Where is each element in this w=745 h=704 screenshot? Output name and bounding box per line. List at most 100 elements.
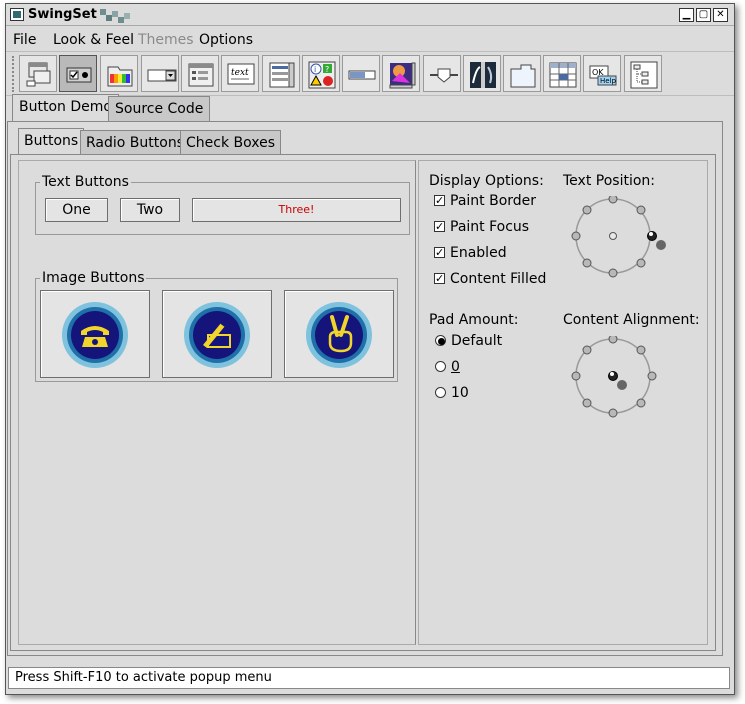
internal-frame-icon	[26, 62, 51, 87]
pad-0-label: 0	[451, 359, 460, 375]
menu-look-and-feel[interactable]: Look & Feel	[53, 32, 134, 48]
position-north-east	[636, 205, 646, 215]
html-text-demo-button[interactable]: text	[221, 55, 259, 92]
pen-writing-icon	[184, 302, 250, 368]
alignment-north-east	[636, 345, 646, 355]
alignment-east	[647, 371, 657, 381]
tabbed-pane-demo-button[interactable]	[503, 55, 541, 92]
pen-image-button[interactable]	[162, 290, 272, 378]
title-pattern-decoration	[100, 9, 130, 23]
tooltip-icon: OKHelp	[589, 65, 617, 86]
menu-options[interactable]: Options	[199, 32, 253, 48]
internal-frame-demo-button[interactable]	[19, 55, 57, 92]
telephone-icon	[62, 302, 128, 368]
list-icon	[269, 62, 295, 88]
pad-10-radio-dot[interactable]	[435, 387, 446, 398]
position-south-east	[636, 258, 646, 268]
pad-default-radio[interactable]: Default	[435, 333, 515, 350]
close-button[interactable]: ✕	[713, 8, 728, 22]
paint-focus-checkbox[interactable]: ✓ Paint Focus	[434, 219, 564, 236]
paint-focus-label: Paint Focus	[450, 219, 530, 235]
content-alignment-selector[interactable]	[568, 336, 668, 420]
pad-0-radio[interactable]: 0	[435, 359, 515, 376]
scroll-pane-demo-button[interactable]	[382, 55, 420, 92]
tree-demo-button[interactable]	[624, 55, 662, 92]
alignment-west	[571, 371, 581, 381]
pad-0-radio-dot[interactable]	[435, 361, 446, 372]
two-button[interactable]: Two	[120, 198, 180, 222]
list-demo-button[interactable]	[262, 55, 300, 92]
menu-themes[interactable]: Themes	[138, 32, 194, 48]
tooltip-demo-button[interactable]: OK Help	[583, 55, 621, 92]
option-pane-icon: i?	[308, 61, 336, 89]
paint-border-check[interactable]: ✓	[434, 195, 445, 206]
tooltip-help-text: Help	[600, 77, 617, 85]
combobox-icon	[147, 69, 177, 82]
alignment-south	[608, 408, 618, 418]
menu-bar: File Look & Feel Themes Options	[6, 28, 734, 52]
button-demo-button[interactable]	[59, 55, 97, 92]
position-shadow	[656, 240, 666, 250]
menu-file[interactable]: File	[13, 32, 36, 48]
split-pane-icon	[470, 62, 496, 88]
split-pane-demo-button[interactable]	[463, 55, 501, 92]
one-button[interactable]: One	[45, 198, 108, 222]
position-north-west	[582, 205, 592, 215]
tab-buttons[interactable]: Buttons	[18, 128, 85, 155]
content-filled-check[interactable]: ✓	[434, 273, 445, 284]
paint-border-label: Paint Border	[450, 193, 537, 209]
tabbed-pane-icon	[510, 64, 536, 88]
svg-text:text: text	[231, 68, 249, 78]
minimize-button[interactable]: ▁	[679, 8, 694, 22]
maximize-button[interactable]: ▢	[696, 8, 711, 22]
slider-icon	[430, 68, 458, 83]
toolbar-grip[interactable]	[12, 56, 16, 92]
position-south-west	[582, 258, 592, 268]
enabled-checkbox[interactable]: ✓ Enabled	[434, 245, 564, 262]
svg-text:i: i	[314, 65, 316, 74]
tab-button-demo[interactable]: Button Demo	[12, 94, 119, 121]
file-chooser-icon	[188, 63, 214, 87]
image-buttons-title: Image Buttons	[40, 270, 147, 286]
status-bar: Press Shift-F10 to activate popup menu	[8, 667, 730, 689]
content-filled-checkbox[interactable]: ✓ Content Filled	[434, 271, 564, 288]
position-center	[609, 232, 617, 240]
html-text-icon: text	[227, 63, 255, 85]
pad-10-radio[interactable]: 10	[435, 385, 515, 402]
slider-demo-button[interactable]	[423, 55, 461, 92]
color-chooser-icon	[107, 66, 133, 87]
pad-default-radio-dot[interactable]	[435, 335, 446, 346]
text-position-selector[interactable]	[568, 196, 668, 280]
alignment-south-east	[636, 398, 646, 408]
pad-10-label: 10	[451, 385, 469, 401]
position-west	[571, 231, 581, 241]
alignment-south-west	[582, 398, 592, 408]
peace-image-button[interactable]	[284, 290, 394, 378]
telephone-image-button[interactable]	[40, 290, 150, 378]
table-icon	[549, 62, 577, 88]
peace-hand-icon	[306, 302, 372, 368]
content-filled-label: Content Filled	[450, 271, 547, 287]
svg-text:?: ?	[325, 65, 329, 74]
tab-source-code[interactable]: Source Code	[108, 96, 211, 121]
option-pane-demo-button[interactable]: i?	[302, 55, 340, 92]
alignment-shadow	[617, 380, 627, 390]
app-window-icon[interactable]	[10, 8, 24, 21]
demo-toolbar: text i? OK Help	[6, 52, 734, 96]
enabled-label: Enabled	[450, 245, 507, 261]
scroll-pane-icon	[389, 62, 416, 89]
tab-check-boxes[interactable]: Check Boxes	[180, 130, 282, 155]
paint-border-checkbox[interactable]: ✓ Paint Border	[434, 193, 564, 210]
paint-focus-check[interactable]: ✓	[434, 221, 445, 232]
table-demo-button[interactable]	[543, 55, 581, 92]
color-chooser-demo-button[interactable]	[100, 55, 138, 92]
progress-bar-icon	[348, 70, 376, 80]
three-button[interactable]: Three!	[192, 198, 401, 222]
combobox-demo-button[interactable]	[141, 55, 179, 92]
tab-radio-buttons[interactable]: Radio Buttons	[80, 130, 190, 155]
enabled-check[interactable]: ✓	[434, 247, 445, 258]
file-chooser-demo-button[interactable]	[181, 55, 219, 92]
title-bar[interactable]: SwingSet ▁ ▢ ✕	[6, 4, 734, 26]
progress-bar-demo-button[interactable]	[342, 55, 380, 92]
content-alignment-title: Content Alignment:	[563, 312, 700, 328]
